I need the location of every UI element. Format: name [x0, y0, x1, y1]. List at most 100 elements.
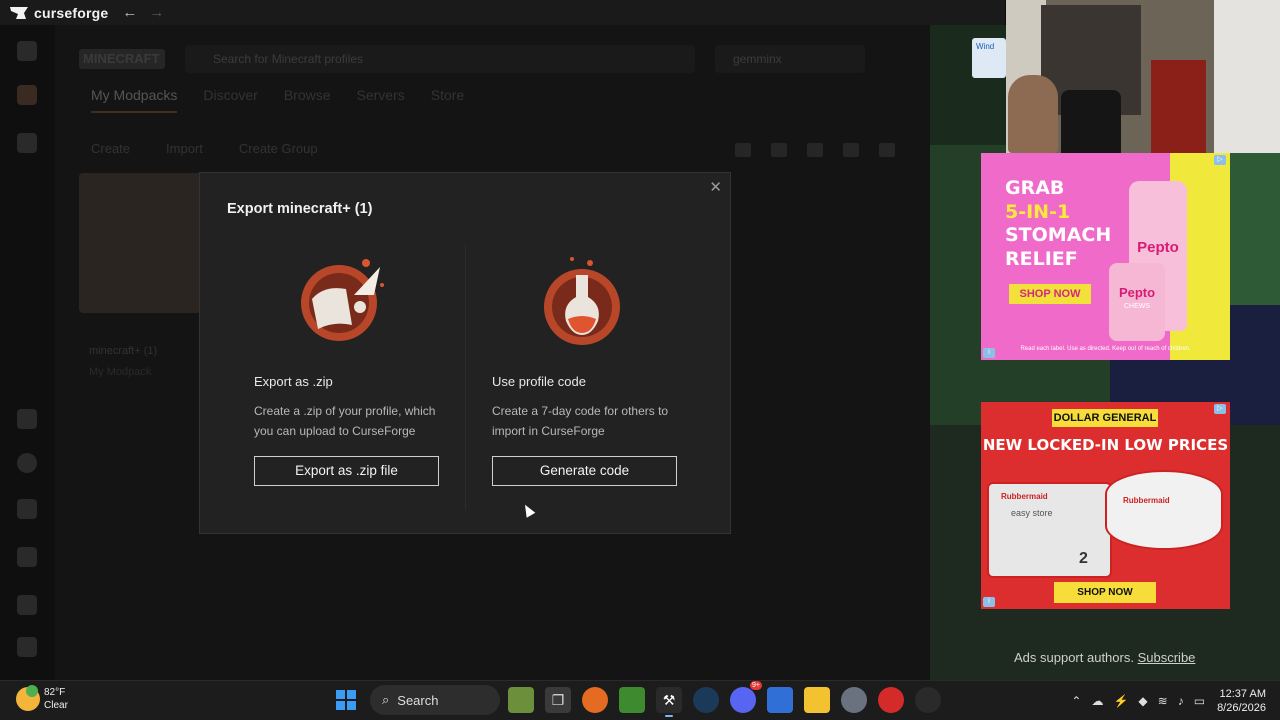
tab-browse[interactable]: Browse — [284, 87, 331, 113]
toolbar: Create Import Create Group — [91, 141, 318, 156]
create-button[interactable]: Create — [91, 141, 130, 156]
ads-support-text: Ads support authors. — [1014, 650, 1134, 665]
anvil-icon — [10, 6, 28, 19]
crown-icon[interactable] — [17, 409, 37, 429]
scroll-quill-icon — [301, 259, 384, 341]
ad-info-icon[interactable]: i — [983, 597, 995, 607]
modpack-card-title: minecraft+ (1) — [89, 345, 158, 357]
clock-date: 8/26/2026 — [1217, 702, 1266, 714]
steam-icon[interactable] — [693, 687, 719, 713]
obs-icon[interactable] — [915, 687, 941, 713]
webcam-person — [1008, 75, 1058, 153]
list-view-icon[interactable] — [843, 143, 859, 157]
view-controls — [735, 143, 895, 157]
top-strip — [930, 0, 1005, 25]
curseforge-taskbar-icon[interactable]: ⚒ — [656, 687, 682, 717]
ad-pepto[interactable]: GRAB 5-IN-1 STOMACH RELIEF Pepto Pepto C… — [981, 153, 1230, 360]
volume-icon[interactable]: ♪ — [1178, 694, 1184, 708]
ad-headline: NEW LOCKED-IN LOW PRICES — [982, 436, 1229, 454]
clock[interactable]: 12:37 AM 8/26/2026 — [1217, 687, 1266, 715]
store-icon[interactable] — [767, 687, 793, 713]
widget-image-icon[interactable] — [508, 687, 534, 713]
ad-product-container: Rubbermaid easy store 2 — [987, 482, 1112, 578]
ad-shop-now-button[interactable]: SHOP NOW — [1009, 284, 1091, 304]
ads-footer: Ads support authors. Subscribe — [1014, 650, 1195, 665]
webcam-scene — [1061, 90, 1121, 153]
minecraft-launcher-icon[interactable] — [619, 687, 645, 713]
minecraft-icon[interactable] — [17, 85, 37, 105]
tab-bar: My Modpacks Discover Browse Servers Stor… — [91, 87, 464, 113]
weather-widget[interactable]: 82°F Clear — [16, 685, 68, 712]
taskbar-search[interactable]: ⌕ Search — [370, 685, 500, 715]
file-explorer-icon[interactable] — [804, 687, 830, 713]
battery-icon[interactable]: ▭ — [1194, 694, 1205, 708]
clock-time: 12:37 AM — [1219, 688, 1266, 700]
ad-info-icon[interactable]: i — [983, 348, 995, 358]
weather-condition: Clear — [44, 700, 68, 711]
ad-shop-now-button[interactable]: SHOP NOW — [1054, 582, 1156, 603]
sidebar — [0, 25, 55, 680]
account-selector[interactable]: gemminx — [715, 45, 865, 73]
export-zip-description: Create a .zip of your profile, which you… — [254, 404, 436, 438]
weather-icon — [16, 685, 40, 711]
start-button[interactable] — [333, 687, 359, 713]
avatar-icon[interactable] — [17, 453, 37, 473]
tab-my-modpacks[interactable]: My Modpacks — [91, 87, 178, 113]
filter-icon[interactable] — [807, 143, 823, 157]
search-icon: ⌕ — [382, 692, 390, 707]
adchoices-icon[interactable]: ▷ — [1214, 155, 1226, 165]
adchoices-icon[interactable]: ▷ — [1214, 404, 1226, 414]
ad-headline: GRAB 5-IN-1 STOMACH RELIEF — [1005, 177, 1112, 270]
search-input[interactable]: Search for Minecraft profiles — [185, 45, 695, 73]
taskbar-apps: ⌕ Search ❐ ⚒ 9+ — [333, 681, 952, 717]
export-zip-button[interactable]: Export as .zip file — [254, 456, 439, 486]
arrow-left-icon[interactable]: ← — [122, 4, 137, 21]
windows-notification-chip[interactable]: Wind — [972, 38, 1006, 78]
cloud-icon[interactable]: ☁ — [1091, 694, 1103, 708]
export-modal: ✕ Export minecraft+ (1) Export as .zip C… — [199, 172, 731, 534]
home-icon[interactable] — [17, 41, 37, 61]
weather-temp: 82°F — [44, 687, 66, 698]
wifi-icon[interactable]: ≋ — [1158, 694, 1168, 708]
title-bar: curseforge ← → — [0, 0, 1005, 25]
profile-code-option: Use profile code Create a 7-day code for… — [492, 255, 732, 486]
sort-icon[interactable] — [771, 143, 787, 157]
settings-icon[interactable] — [17, 637, 37, 657]
profile-code-description: Create a 7-day code for others to import… — [492, 404, 669, 438]
red-app-icon[interactable] — [878, 687, 904, 713]
discord-icon[interactable]: 9+ — [730, 681, 762, 713]
task-view-icon[interactable]: ❐ — [545, 687, 571, 713]
modpack-card-subtitle: My Modpack — [89, 366, 152, 378]
modpack-card[interactable] — [79, 173, 204, 313]
download-icon[interactable] — [17, 547, 37, 567]
generate-code-button[interactable]: Generate code — [492, 456, 677, 486]
tab-servers[interactable]: Servers — [357, 87, 405, 113]
firefox-icon[interactable] — [582, 687, 608, 713]
ad-dollar-general[interactable]: DOLLAR GENERAL NEW LOCKED-IN LOW PRICES … — [981, 402, 1230, 609]
taskbar: 82°F Clear ⌕ Search ❐ ⚒ 9+ ⌃ ☁ ⚡ ◆ ≋ ♪ ▭… — [0, 680, 1280, 720]
profile-code-title: Use profile code — [492, 374, 586, 389]
tab-store[interactable]: Store — [431, 87, 464, 113]
subscribe-link[interactable]: Subscribe — [1138, 650, 1196, 665]
modal-title: Export minecraft+ (1) — [227, 201, 373, 217]
chevron-up-icon[interactable]: ⌃ — [1071, 694, 1081, 708]
search-label: Search — [397, 692, 439, 708]
settings-icon[interactable] — [841, 687, 867, 713]
export-zip-title: Export as .zip — [254, 374, 333, 389]
minecraft-logo: MINECRAFT — [79, 49, 165, 69]
discord-icon[interactable] — [17, 499, 37, 519]
webcam-scene — [1214, 0, 1280, 153]
curseforge-logo[interactable]: curseforge — [10, 5, 108, 21]
close-icon[interactable]: ✕ — [709, 178, 722, 196]
vpn-icon[interactable]: ◆ — [1138, 694, 1147, 708]
network-status-icon[interactable]: ⚡ — [1113, 694, 1128, 708]
grid-view-icon[interactable] — [879, 143, 895, 157]
ad-fine-print: Read each label. Use as directed. Keep o… — [1020, 346, 1191, 352]
arrow-right-icon[interactable]: → — [149, 4, 164, 21]
search-icon[interactable] — [735, 143, 751, 157]
import-button[interactable]: Import — [166, 141, 203, 156]
tab-discover[interactable]: Discover — [203, 87, 257, 113]
overwolf-icon[interactable] — [17, 595, 37, 615]
plus-icon[interactable] — [17, 133, 37, 153]
create-group-button[interactable]: Create Group — [239, 141, 318, 156]
